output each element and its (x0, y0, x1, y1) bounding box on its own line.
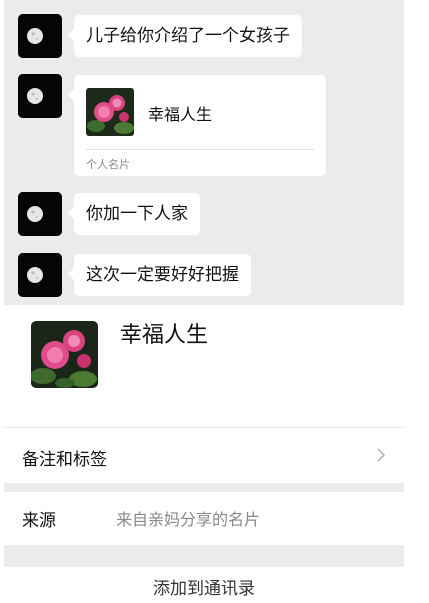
source-row: 来源 来自亲妈分享的名片 (4, 492, 404, 545)
sender-avatar[interactable] (18, 74, 62, 118)
rose-flower-icon (86, 88, 134, 136)
contact-card-name: 幸福人生 (148, 105, 213, 124)
profile-photo[interactable] (31, 321, 98, 388)
section-gap (4, 545, 404, 567)
profile-name: 幸福人生 (120, 323, 209, 348)
contact-photo (86, 88, 134, 136)
message-text: 你加一下人家 (86, 204, 188, 224)
message-text: 儿子给你介绍了一个女孩子 (86, 26, 290, 46)
source-value: 来自亲妈分享的名片 (116, 510, 261, 529)
moon-icon (18, 192, 62, 236)
chat-area: 儿子给你介绍了一个女孩子 幸福人生 个人名片 你加一下人家 这次一定要好好把握 (4, 0, 404, 305)
source-label: 来源 (22, 511, 56, 531)
add-to-contacts-button[interactable]: 添加到通讯录 (4, 567, 404, 603)
message-bubble[interactable]: 你加一下人家 (68, 193, 200, 235)
sender-avatar[interactable] (18, 14, 62, 58)
contact-card-message[interactable]: 幸福人生 个人名片 (68, 75, 326, 176)
contact-card-type: 个人名片 (86, 158, 130, 171)
moon-icon (18, 14, 62, 58)
moon-icon (18, 253, 62, 297)
rose-flower-icon (31, 321, 98, 388)
message-bubble[interactable]: 这次一定要好好把握 (68, 254, 251, 296)
remarks-and-tags-label: 备注和标签 (22, 450, 107, 470)
moon-icon (18, 74, 62, 118)
divider (86, 149, 314, 150)
message-text: 这次一定要好好把握 (86, 265, 239, 285)
section-gap (4, 483, 404, 492)
sender-avatar[interactable] (18, 192, 62, 236)
contact-profile: 幸福人生 备注和标签 来源 来自亲妈分享的名片 添加到通讯录 (4, 305, 404, 603)
chevron-right-icon (377, 448, 386, 462)
remarks-and-tags-row[interactable]: 备注和标签 (4, 427, 404, 483)
sender-avatar[interactable] (18, 253, 62, 297)
message-bubble[interactable]: 儿子给你介绍了一个女孩子 (68, 15, 302, 57)
